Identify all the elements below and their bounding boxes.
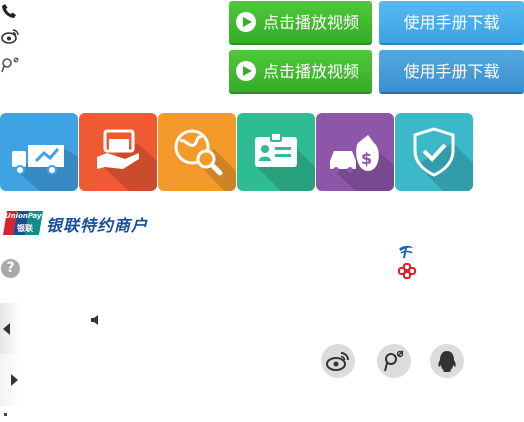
share-weibo-button[interactable]: [321, 344, 355, 378]
share-qq-button[interactable]: [430, 344, 464, 378]
chevron-left-icon: [3, 323, 10, 335]
tencent-weibo-icon[interactable]: [1, 57, 19, 73]
weibo-icon[interactable]: [1, 28, 19, 44]
china-unicom-icon: [398, 263, 416, 279]
carousel-prev-button[interactable]: [0, 303, 20, 355]
share-tencent-weibo-button[interactable]: [377, 344, 411, 378]
tile-id-card[interactable]: [237, 113, 315, 191]
carousel-next-button[interactable]: [0, 354, 20, 406]
unionpay-label: 银联特约商户: [46, 216, 149, 235]
phone-icon[interactable]: [1, 3, 19, 19]
qq-icon: [438, 351, 456, 372]
shield-check-icon: [413, 127, 473, 191]
chevron-right-icon: [11, 374, 18, 386]
unionpay-logo: UnionPay 银联: [3, 211, 43, 235]
manual-download-button[interactable]: 使用手册下载: [379, 1, 524, 45]
globe-search-icon: [174, 129, 236, 191]
id-card-icon: [255, 132, 315, 191]
tile-logistics[interactable]: [0, 113, 78, 191]
tencent-weibo-icon: [384, 350, 404, 372]
tile-payment[interactable]: [79, 113, 157, 191]
play-video-button-2[interactable]: 点击播放视频: [229, 50, 372, 94]
dot-marker: [4, 413, 7, 416]
manual-download-button-2[interactable]: 使用手册下载: [379, 50, 524, 94]
tile-security[interactable]: [395, 113, 473, 191]
speaker-icon[interactable]: [90, 311, 102, 325]
play-video-button[interactable]: 点击播放视频: [229, 1, 372, 45]
delivery-truck-icon: [12, 145, 78, 191]
tile-global-search[interactable]: [158, 113, 236, 191]
play-icon: [236, 61, 256, 81]
weibo-icon: [326, 352, 349, 371]
car-money-icon: $: [330, 135, 394, 191]
hand-card-icon: [97, 129, 157, 191]
play-icon: [236, 12, 256, 32]
china-telecom-icon: [398, 244, 414, 259]
svg-text:$: $: [361, 149, 372, 168]
question-icon[interactable]: ?: [1, 259, 20, 278]
tile-car-finance[interactable]: $: [316, 113, 394, 191]
